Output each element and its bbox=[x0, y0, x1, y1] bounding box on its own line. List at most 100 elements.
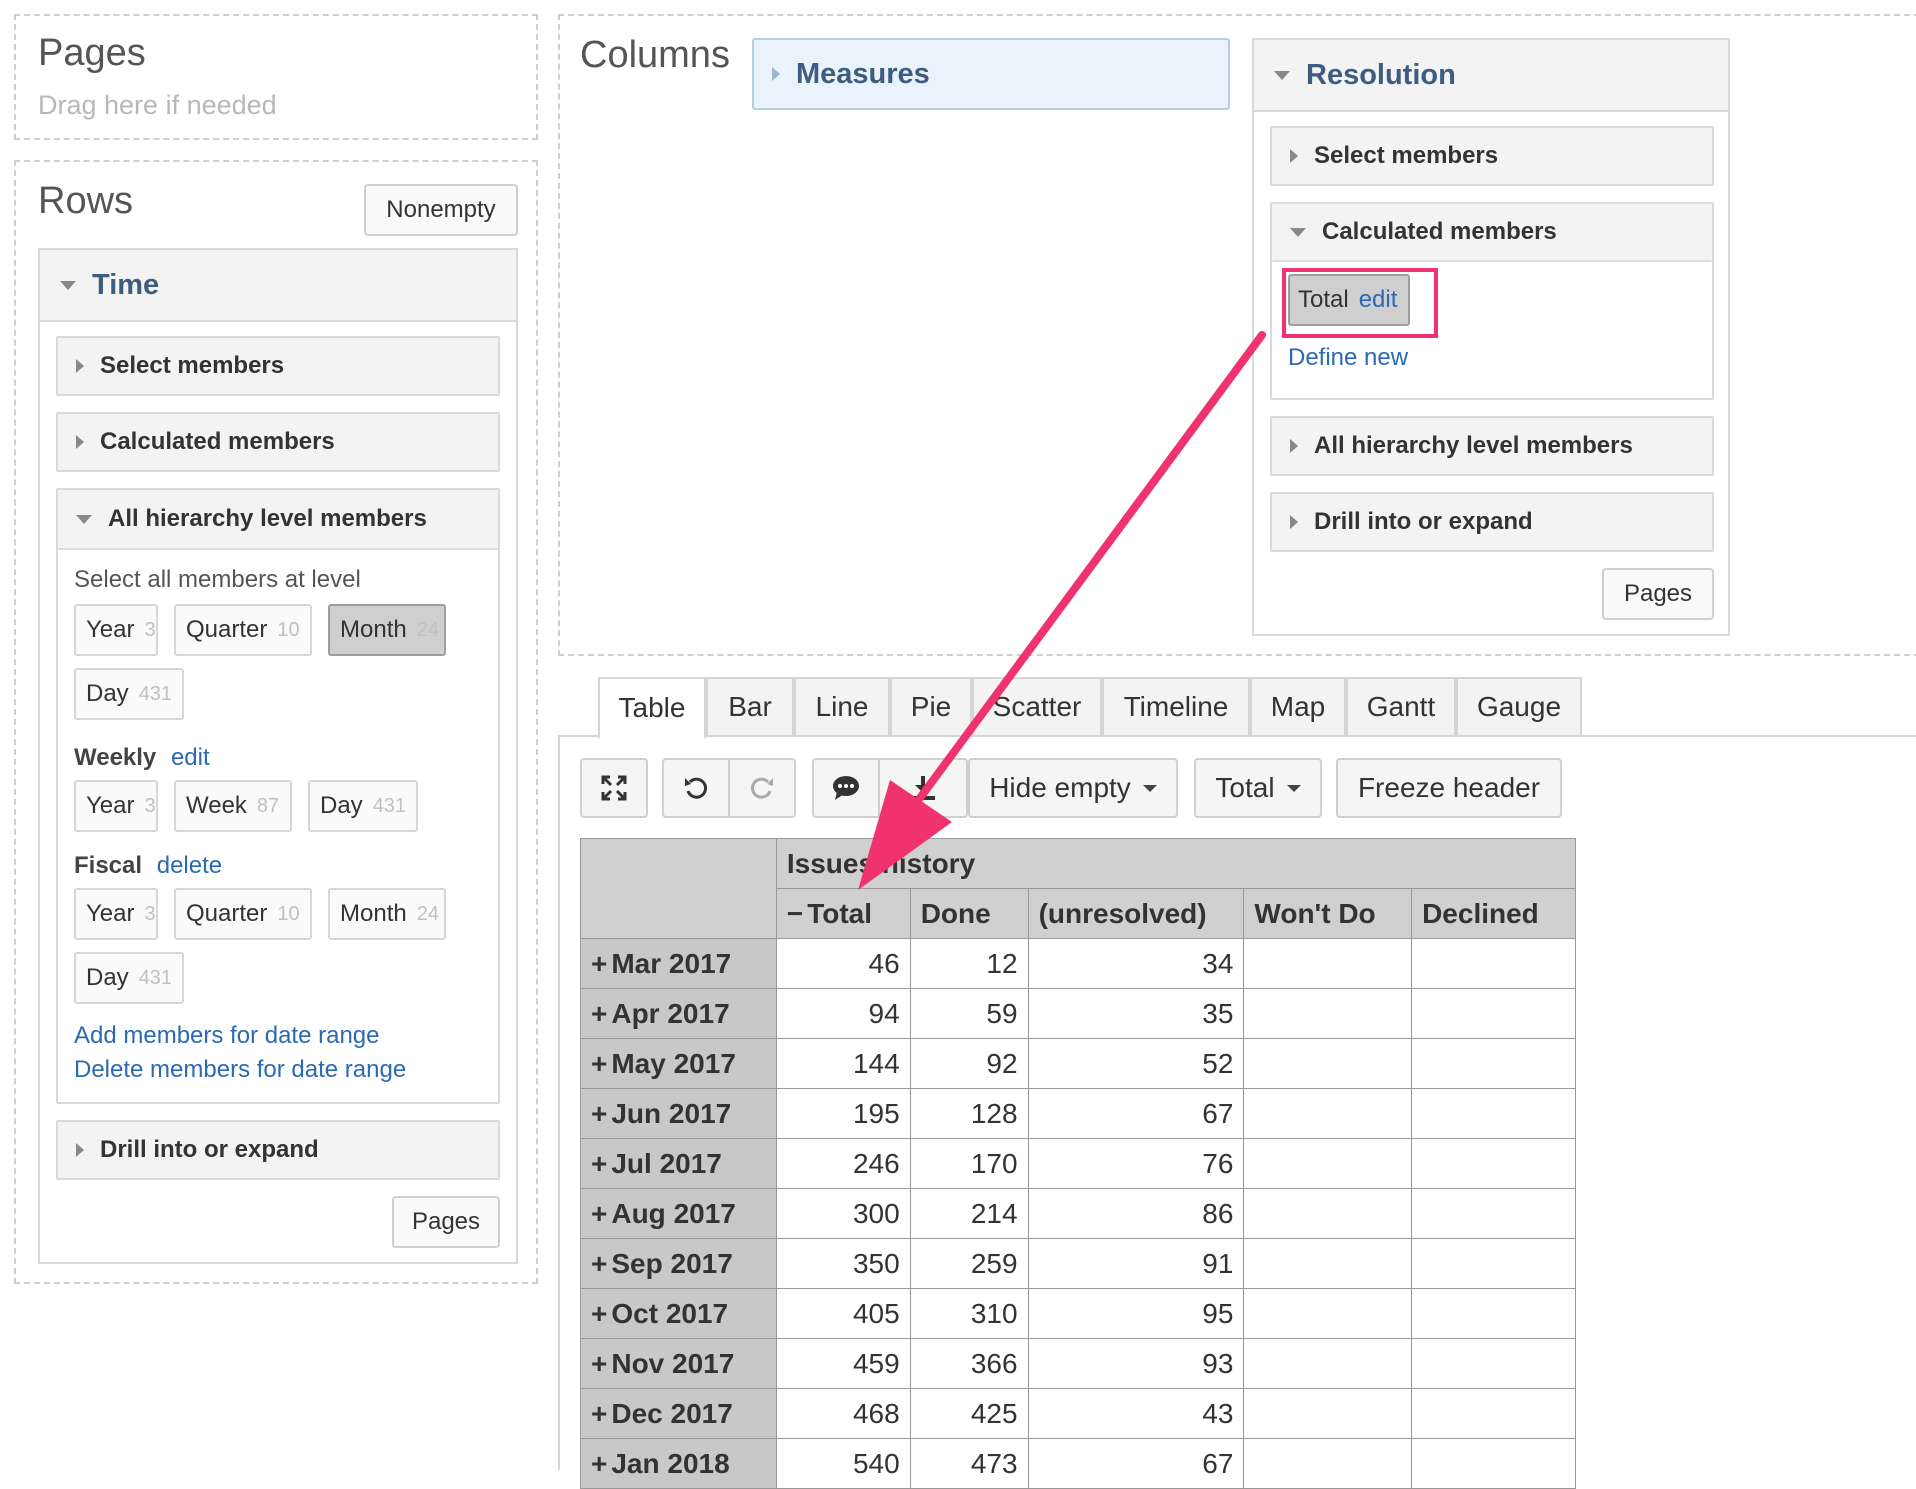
fiscal-delete-link[interactable]: delete bbox=[157, 852, 222, 879]
expand-plus-icon[interactable]: + bbox=[591, 1248, 607, 1279]
measures-title: Measures bbox=[796, 57, 930, 90]
rows-title: Rows bbox=[38, 180, 134, 222]
rows-select-members[interactable]: Select members bbox=[56, 336, 500, 396]
level-count: 3 bbox=[144, 902, 156, 925]
weekly-chip-year[interactable]: Year 3 bbox=[74, 780, 158, 832]
row-header[interactable]: + Apr 2017 bbox=[580, 988, 777, 1039]
weekly-chip-week[interactable]: Week 87 bbox=[174, 780, 292, 832]
resolution-calculated-header[interactable]: Calculated members bbox=[1272, 204, 1712, 262]
col-header-unresolved[interactable]: (unresolved) bbox=[1027, 888, 1245, 939]
expand-plus-icon[interactable]: + bbox=[591, 1148, 607, 1179]
tab-bar[interactable]: Bar bbox=[706, 677, 794, 737]
fiscal-chip-month[interactable]: Month 24 bbox=[328, 888, 446, 940]
resolution-drill-into[interactable]: Drill into or expand bbox=[1270, 492, 1714, 552]
tab-pie[interactable]: Pie bbox=[890, 677, 972, 737]
expand-plus-icon[interactable]: + bbox=[591, 1198, 607, 1229]
freeze-header-button[interactable]: Freeze header bbox=[1336, 758, 1562, 818]
table-cell bbox=[1411, 1338, 1576, 1389]
weekly-chip-day[interactable]: Day 431 bbox=[308, 780, 418, 832]
fullscreen-button[interactable] bbox=[580, 758, 648, 818]
comment-button[interactable] bbox=[812, 758, 880, 818]
hide-empty-dropdown[interactable]: Hide empty bbox=[968, 758, 1178, 818]
resolution-all-levels[interactable]: All hierarchy level members bbox=[1270, 416, 1714, 476]
table-cell: 59 bbox=[909, 988, 1029, 1039]
measures-dimension[interactable]: Measures bbox=[752, 38, 1230, 110]
level-name: Month bbox=[340, 900, 407, 927]
row-header[interactable]: + Oct 2017 bbox=[580, 1288, 777, 1339]
rows-pages-button[interactable]: Pages bbox=[392, 1196, 500, 1248]
level-chip-month[interactable]: Month 24 bbox=[328, 604, 446, 656]
row-label: Oct 2017 bbox=[611, 1297, 729, 1329]
expand-plus-icon[interactable]: + bbox=[591, 1298, 607, 1329]
table-cell: 310 bbox=[909, 1288, 1029, 1339]
row-header[interactable]: + Sep 2017 bbox=[580, 1238, 777, 1289]
redo-button[interactable] bbox=[728, 758, 796, 818]
row-header[interactable]: + Mar 2017 bbox=[580, 938, 777, 989]
row-header[interactable]: + Jun 2017 bbox=[580, 1088, 777, 1139]
col-header-total[interactable]: − Total bbox=[775, 888, 911, 939]
undo-button[interactable] bbox=[662, 758, 730, 818]
delete-date-range-link[interactable]: Delete members for date range bbox=[74, 1056, 406, 1084]
level-chip-year[interactable]: Year 3 bbox=[74, 604, 158, 656]
tab-gantt[interactable]: Gantt bbox=[1346, 677, 1456, 737]
resolution-select-members[interactable]: Select members bbox=[1270, 126, 1714, 186]
table-cell: 214 bbox=[909, 1188, 1029, 1239]
col-header-done[interactable]: Done bbox=[909, 888, 1029, 939]
expand-plus-icon[interactable]: + bbox=[591, 1398, 607, 1429]
expand-icon bbox=[601, 775, 627, 801]
expand-plus-icon[interactable]: + bbox=[591, 998, 607, 1029]
tab-timeline[interactable]: Timeline bbox=[1102, 677, 1250, 737]
row-header[interactable]: + Nov 2017 bbox=[580, 1338, 777, 1389]
collapse-minus-icon[interactable]: − bbox=[787, 898, 803, 929]
row-header[interactable]: + Aug 2017 bbox=[580, 1188, 777, 1239]
tab-map[interactable]: Map bbox=[1250, 677, 1346, 737]
tab-table[interactable]: Table bbox=[598, 677, 706, 739]
row-header[interactable]: + Jul 2017 bbox=[580, 1138, 777, 1189]
time-dimension-header[interactable]: Time bbox=[40, 250, 516, 322]
expand-plus-icon[interactable]: + bbox=[591, 1448, 607, 1479]
col-header-wont-do[interactable]: Won't Do bbox=[1243, 888, 1413, 939]
nonempty-button[interactable]: Nonempty bbox=[364, 184, 518, 236]
table-row: + Mar 2017 46 12 34 bbox=[580, 938, 1576, 989]
row-header[interactable]: + Dec 2017 bbox=[580, 1388, 777, 1439]
total-dropdown[interactable]: Total bbox=[1194, 758, 1322, 818]
collapse-icon bbox=[60, 280, 76, 290]
download-button[interactable] bbox=[878, 758, 968, 818]
undo-icon bbox=[685, 777, 708, 799]
level-chip-day[interactable]: Day 431 bbox=[74, 668, 184, 720]
resolution-pages-button[interactable]: Pages bbox=[1602, 568, 1714, 620]
level-chip-quarter[interactable]: Quarter 10 bbox=[174, 604, 312, 656]
row-header[interactable]: + May 2017 bbox=[580, 1038, 777, 1089]
table-cell bbox=[1243, 938, 1413, 989]
col-header-declined[interactable]: Declined bbox=[1411, 888, 1576, 939]
expand-plus-icon[interactable]: + bbox=[591, 1048, 607, 1079]
expand-plus-icon[interactable]: + bbox=[591, 1098, 607, 1129]
table-cell bbox=[1411, 988, 1576, 1039]
rows-calculated-members[interactable]: Calculated members bbox=[56, 412, 500, 472]
tab-gauge[interactable]: Gauge bbox=[1456, 677, 1582, 737]
all-levels-section: All hierarchy level members Select all m… bbox=[56, 488, 500, 1104]
resolution-calculated-section: Calculated members Total edit Define new bbox=[1270, 202, 1714, 400]
pages-dropzone[interactable]: Pages Drag here if needed bbox=[14, 14, 538, 140]
resolution-select-members-label: Select members bbox=[1314, 142, 1499, 169]
rows-drill-into[interactable]: Drill into or expand bbox=[56, 1120, 500, 1180]
tab-scatter[interactable]: Scatter bbox=[972, 677, 1102, 737]
all-levels-header[interactable]: All hierarchy level members bbox=[58, 490, 498, 550]
tab-line[interactable]: Line bbox=[794, 677, 890, 737]
expand-plus-icon[interactable]: + bbox=[591, 1348, 607, 1379]
row-label: Jan 2018 bbox=[611, 1447, 730, 1479]
add-date-range-link[interactable]: Add members for date range bbox=[74, 1022, 380, 1050]
calc-member-total-chip[interactable]: Total edit bbox=[1288, 274, 1410, 326]
fiscal-chip-year[interactable]: Year 3 bbox=[74, 888, 158, 940]
fiscal-chip-quarter[interactable]: Quarter 10 bbox=[174, 888, 312, 940]
table-cell bbox=[1411, 1288, 1576, 1339]
weekly-edit-link[interactable]: edit bbox=[171, 744, 210, 771]
table-cell: 34 bbox=[1027, 938, 1245, 989]
define-new-link[interactable]: Define new bbox=[1288, 344, 1408, 372]
calc-member-edit-link[interactable]: edit bbox=[1359, 286, 1398, 314]
row-header[interactable]: + Jan 2018 bbox=[580, 1438, 777, 1489]
expand-plus-icon[interactable]: + bbox=[591, 948, 607, 979]
fiscal-chip-day[interactable]: Day 431 bbox=[74, 952, 184, 1004]
resolution-dimension-header[interactable]: Resolution bbox=[1254, 40, 1728, 112]
level-name: Day bbox=[86, 680, 129, 707]
